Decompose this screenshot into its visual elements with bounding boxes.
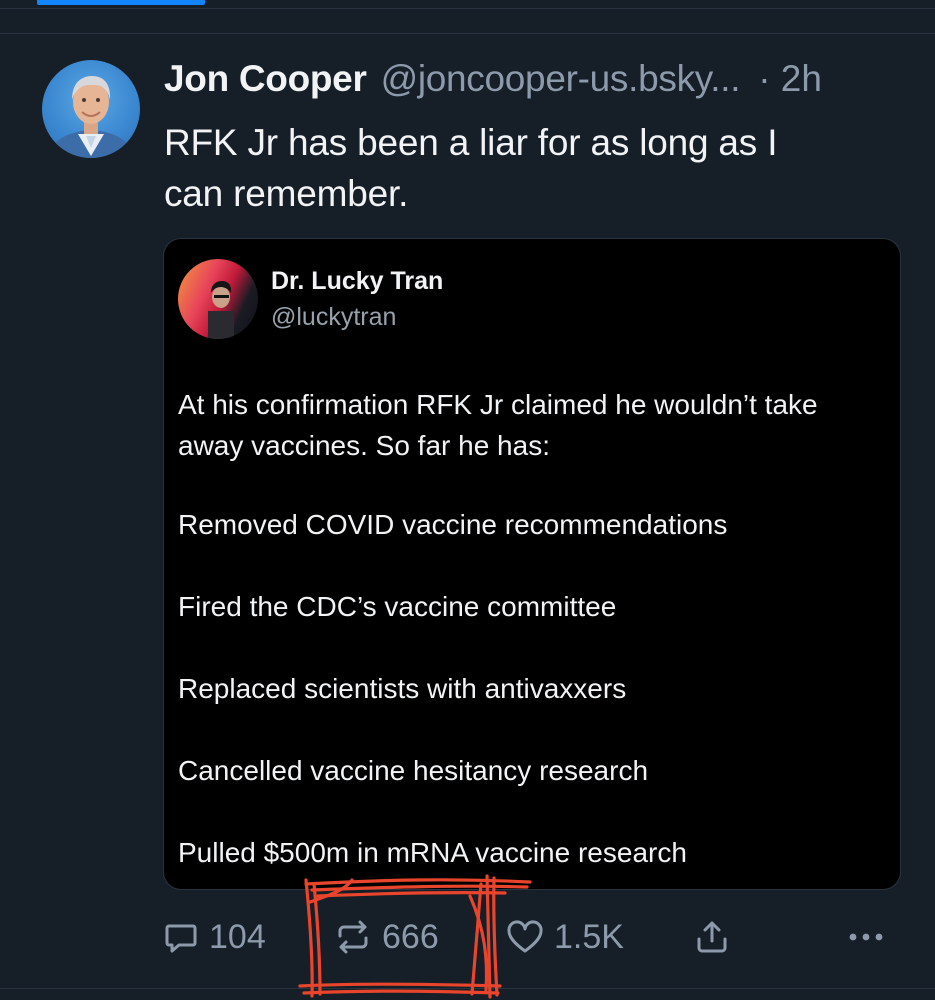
quoted-author-name[interactable]: Dr. Lucky Tran: [271, 267, 443, 296]
reply-button[interactable]: 104: [163, 912, 266, 962]
post-text-line: can remember.: [164, 173, 409, 214]
post-thread-view: Jon Cooper @joncooper-us.bsky... · 2h RF…: [0, 0, 935, 1000]
quoted-author-avatar[interactable]: [178, 259, 258, 339]
post-text: RFK Jr has been a liar for as long as I …: [164, 117, 884, 219]
post-timestamp[interactable]: · 2h: [758, 58, 822, 100]
author-handle[interactable]: @joncooper-us.bsky...: [381, 58, 741, 100]
post-text-line: RFK Jr has been a liar for as long as I: [164, 122, 778, 163]
more-icon: [849, 933, 883, 941]
like-button[interactable]: 1.5K: [506, 912, 624, 962]
post-actions-bar: 104 666 1.5K: [0, 912, 935, 962]
reply-icon: [165, 924, 197, 953]
repost-icon: [338, 920, 368, 954]
divider: [0, 33, 935, 34]
quoted-list-item: Removed COVID vaccine recommendations: [178, 509, 728, 540]
share-icon: [697, 921, 727, 953]
person-photo: [208, 281, 234, 339]
more-options-button[interactable]: [846, 912, 886, 962]
share-button[interactable]: [694, 912, 730, 962]
author-name[interactable]: Jon Cooper: [164, 58, 367, 100]
quoted-list-item: Cancelled vaccine hesitancy research: [178, 755, 649, 786]
quoted-post-card[interactable]: Dr. Lucky Tran @luckytran At his confirm…: [163, 238, 901, 890]
quoted-post-intro: At his confirmation RFK Jr claimed he wo…: [178, 384, 888, 466]
author-avatar[interactable]: [42, 60, 140, 158]
quoted-text-line: At his confirmation RFK Jr claimed he wo…: [178, 389, 818, 420]
like-count: 1.5K: [554, 917, 624, 956]
repost-count: 666: [382, 917, 439, 956]
reply-count: 104: [209, 917, 266, 956]
divider: [0, 8, 935, 9]
post-header: Jon Cooper @joncooper-us.bsky... · 2h: [164, 58, 904, 108]
quoted-author-handle[interactable]: @luckytran: [271, 303, 396, 332]
divider: [0, 988, 935, 989]
quoted-list-item: Fired the CDC’s vaccine committee: [178, 591, 617, 622]
quoted-text-line: away vaccines. So far he has:: [178, 430, 550, 461]
active-tab-indicator: [37, 0, 205, 5]
person-photo: [48, 76, 134, 158]
repost-button[interactable]: 666: [334, 912, 439, 962]
quoted-list-item: Pulled $500m in mRNA vaccine research: [178, 837, 687, 868]
quoted-list-item: Replaced scientists with antivaxxers: [178, 673, 627, 704]
like-icon: [507, 920, 543, 953]
